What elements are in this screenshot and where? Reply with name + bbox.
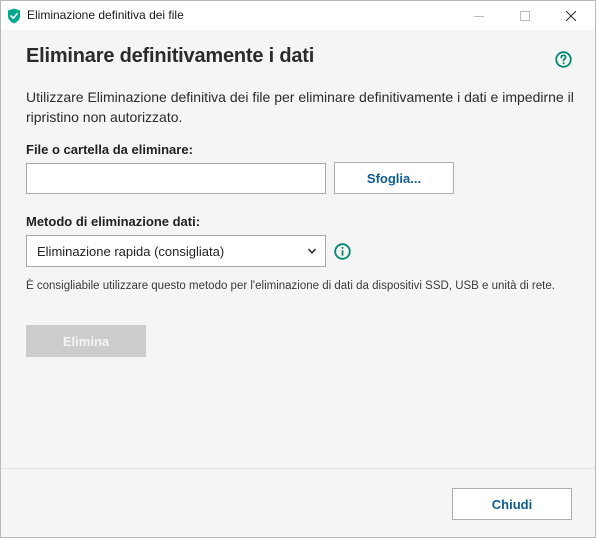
help-icon[interactable] bbox=[555, 51, 572, 68]
close-window-button[interactable] bbox=[548, 1, 594, 30]
method-selected-value: Eliminazione rapida (consigliata) bbox=[37, 243, 225, 259]
method-note: È consigliabile utilizzare questo metodo… bbox=[26, 280, 555, 292]
info-icon[interactable] bbox=[334, 243, 351, 260]
minimize-icon bbox=[474, 15, 484, 17]
window-title: Eliminazione definitiva dei file bbox=[27, 8, 184, 22]
maximize-icon bbox=[520, 10, 530, 21]
close-icon bbox=[566, 10, 576, 21]
file-path-input[interactable] bbox=[26, 163, 326, 194]
dialog-window: Eliminazione definitiva dei file Elimina… bbox=[0, 0, 596, 538]
description-text: Utilizzare Eliminazione definitiva dei f… bbox=[26, 89, 574, 125]
method-select[interactable]: Eliminazione rapida (consigliata) bbox=[26, 235, 326, 267]
chevron-down-icon bbox=[307, 248, 317, 254]
title-bar[interactable]: Eliminazione definitiva dei file bbox=[1, 1, 595, 30]
page-title: Eliminare definitivamente i dati bbox=[26, 45, 315, 67]
kaspersky-shield-icon bbox=[8, 8, 20, 24]
maximize-button[interactable] bbox=[502, 1, 548, 30]
file-label: File o cartella da eliminare: bbox=[26, 142, 193, 157]
method-label: Metodo di eliminazione dati: bbox=[26, 214, 201, 229]
footer-divider bbox=[1, 468, 595, 469]
delete-button[interactable]: Elimina bbox=[26, 325, 146, 357]
browse-button[interactable]: Sfoglia... bbox=[334, 162, 454, 194]
close-button[interactable]: Chiudi bbox=[452, 488, 572, 520]
minimize-button[interactable] bbox=[456, 1, 502, 30]
